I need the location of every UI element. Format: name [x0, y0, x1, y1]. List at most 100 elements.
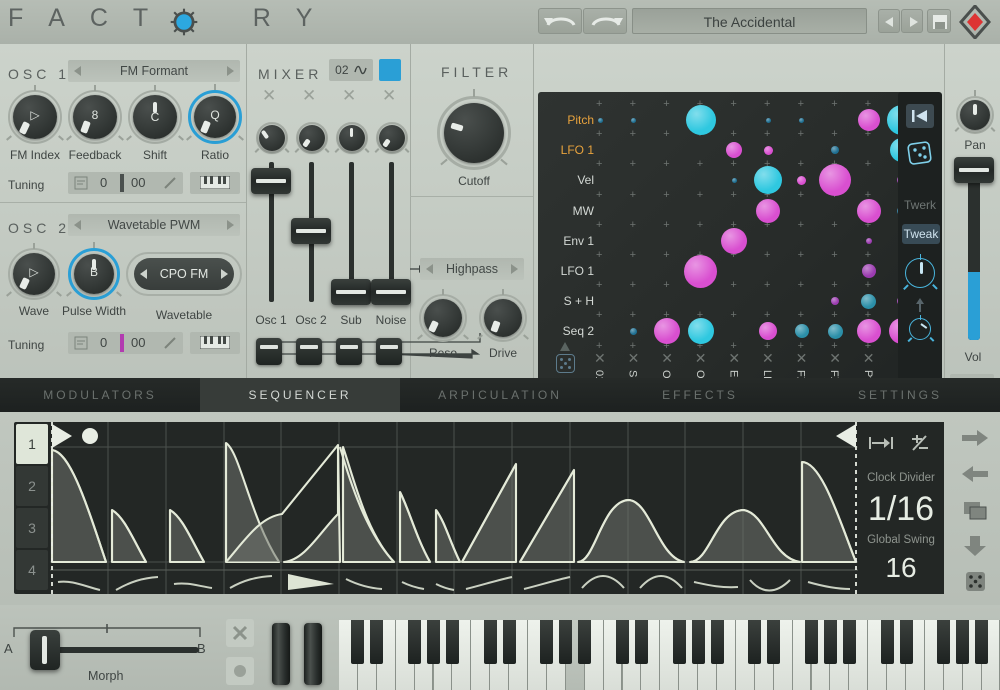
chevron-right-icon[interactable]	[511, 264, 518, 274]
arrow-right-icon[interactable]	[960, 427, 990, 449]
black-key[interactable]	[540, 620, 553, 664]
dice-icon[interactable]	[906, 140, 934, 166]
black-key[interactable]	[351, 620, 364, 664]
matrix-clear-col-6[interactable]: ✕	[796, 350, 808, 367]
global-swing-value[interactable]: 16	[858, 552, 944, 584]
osc2-keyboard-button[interactable]	[190, 332, 240, 354]
osc1-algorithm-selector[interactable]: FM Formant	[68, 60, 240, 82]
sequencer-step-grid[interactable]	[50, 422, 858, 594]
matrix-cell-2-4[interactable]	[732, 178, 737, 183]
reset-button[interactable]	[906, 104, 934, 128]
mixer-clear-noise[interactable]: ✕	[382, 86, 396, 106]
fader-noise[interactable]	[371, 279, 411, 305]
black-key[interactable]	[503, 620, 516, 664]
mixer-clear-osc2[interactable]: ✕	[302, 86, 316, 106]
route-switch-sub[interactable]	[336, 338, 362, 365]
fader-osc2[interactable]	[291, 218, 331, 244]
chevron-left-icon[interactable]	[140, 269, 147, 279]
matrix-cell-7-5[interactable]	[759, 322, 777, 340]
morph-slider-handle[interactable]	[30, 630, 60, 670]
tab-sequencer[interactable]: SEQUENCER	[200, 378, 400, 412]
matrix-cell-6-7[interactable]	[831, 297, 839, 305]
matrix-clear-col-3[interactable]: ✕	[695, 350, 707, 367]
tweak-knob-2[interactable]	[909, 318, 931, 340]
knob-reso[interactable]	[419, 294, 467, 342]
black-key[interactable]	[673, 620, 686, 664]
chevron-right-icon[interactable]	[221, 269, 228, 279]
copy-icon[interactable]	[960, 499, 990, 521]
chevron-left-icon[interactable]	[74, 66, 81, 76]
matrix-row-label-6[interactable]: S + H	[538, 294, 594, 308]
mixer-toggle-button[interactable]	[379, 59, 401, 81]
knob-pulse-width[interactable]: B	[68, 248, 120, 300]
black-key[interactable]	[559, 620, 572, 664]
save-button[interactable]	[927, 9, 951, 33]
mixer-knob-osc1[interactable]	[256, 122, 288, 154]
matrix-clear-col-7[interactable]: ✕	[829, 350, 841, 367]
matrix-row-label-4[interactable]: Env 1	[538, 234, 594, 248]
black-key[interactable]	[578, 620, 591, 664]
matrix-cell-7-7[interactable]	[828, 324, 843, 339]
mixer-knob-sub[interactable]	[336, 122, 368, 154]
loop-end-icon[interactable]	[868, 434, 894, 452]
knob-wave[interactable]: ▷	[8, 248, 60, 300]
preset-next-button[interactable]	[901, 9, 923, 33]
mixer-knob-noise[interactable]	[376, 122, 408, 154]
matrix-clear-col-4[interactable]: ✕	[728, 350, 740, 367]
matrix-cell-4-8[interactable]	[866, 238, 872, 244]
mixer-knob-osc2[interactable]	[296, 122, 328, 154]
osc1-tuning-coarse[interactable]: 0	[100, 175, 107, 190]
mixer-mode-button[interactable]: 02	[329, 59, 373, 81]
matrix-cell-0-8[interactable]	[858, 109, 880, 131]
black-key[interactable]	[767, 620, 780, 664]
matrix-cell-5-3[interactable]	[684, 255, 717, 288]
dice-icon[interactable]	[960, 571, 990, 593]
knob-drive[interactable]	[479, 294, 527, 342]
matrix-clear-col-8[interactable]: ✕	[863, 350, 875, 367]
matrix-cell-7-3[interactable]	[688, 318, 714, 344]
piano-keyboard[interactable]	[339, 620, 1000, 690]
fader-sub[interactable]	[331, 279, 371, 305]
matrix-cell-0-6[interactable]	[799, 118, 804, 123]
matrix-row-label-2[interactable]: Vel	[538, 173, 594, 187]
osc2-tuning-field[interactable]: 0 00	[68, 332, 183, 354]
tweak-knob-1[interactable]	[905, 258, 935, 288]
matrix-cell-2-5[interactable]	[754, 166, 782, 194]
download-icon[interactable]	[960, 535, 990, 557]
knob-pan[interactable]	[956, 96, 994, 134]
matrix-cell-7-2[interactable]	[654, 318, 680, 344]
tweak-button[interactable]: Tweak	[902, 224, 940, 244]
matrix-cell-1-7[interactable]	[831, 146, 839, 154]
black-key[interactable]	[711, 620, 724, 664]
tab-arpiculation[interactable]: ARPICULATION	[400, 378, 600, 412]
matrix-cell-3-8[interactable]	[857, 199, 881, 223]
clock-divider-value[interactable]: 1/16	[858, 490, 944, 529]
black-key[interactable]	[881, 620, 894, 664]
black-key[interactable]	[937, 620, 950, 664]
matrix-cell-1-4[interactable]	[726, 142, 742, 158]
chevron-right-icon[interactable]	[227, 220, 234, 230]
mixer-clear-osc1[interactable]: ✕	[262, 86, 276, 106]
matrix-cell-5-8[interactable]	[862, 264, 876, 278]
preset-prev-button[interactable]	[878, 9, 900, 33]
route-switch-osc1[interactable]	[256, 338, 282, 365]
sequencer-lane-2[interactable]: 2	[16, 466, 48, 506]
morph-record-button[interactable]	[226, 657, 254, 685]
osc2-tuning-fine[interactable]: 00	[131, 335, 145, 350]
matrix-cell-7-1[interactable]	[630, 328, 637, 335]
sequencer-lane-4[interactable]: 4	[16, 550, 48, 590]
matrix-cell-4-4[interactable]	[721, 228, 747, 254]
black-key[interactable]	[843, 620, 856, 664]
morph-slider-track[interactable]	[44, 647, 199, 653]
osc2-tuning-coarse[interactable]: 0	[100, 335, 107, 350]
black-key[interactable]	[692, 620, 705, 664]
pen-icon[interactable]	[163, 336, 177, 350]
undo-button[interactable]	[538, 8, 582, 34]
matrix-cell-0-3[interactable]	[686, 105, 716, 135]
route-switch-osc2[interactable]	[296, 338, 322, 365]
sequencer-lane-3[interactable]: 3	[16, 508, 48, 548]
wavetable-selector[interactable]: CPO FM	[134, 258, 234, 290]
black-key[interactable]	[408, 620, 421, 664]
dice-icon-randomize-rows[interactable]	[556, 354, 575, 373]
matrix-cell-0-1[interactable]	[631, 118, 636, 123]
